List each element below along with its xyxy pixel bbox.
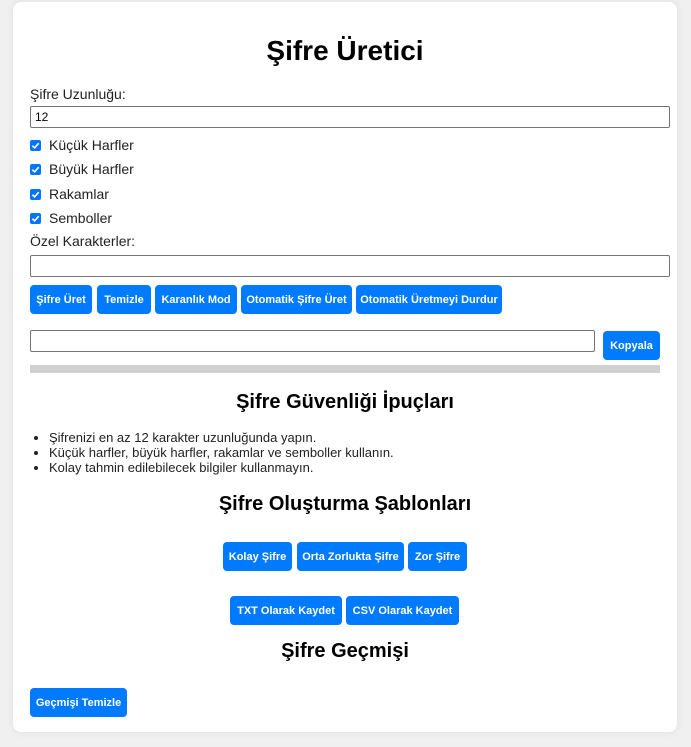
auto-generate-button[interactable]: Otomatik Şifre Üret: [241, 285, 352, 314]
password-output[interactable]: [30, 330, 595, 352]
digits-checkbox[interactable]: [30, 188, 41, 200]
clear-history-button[interactable]: Geçmişi Temizle: [30, 688, 127, 717]
custom-chars-input[interactable]: [30, 255, 670, 277]
check-icon: [31, 142, 40, 149]
save-csv-button[interactable]: CSV Olarak Kaydet: [346, 596, 459, 625]
tips-list: Şifrenizi en az 12 karakter uzunluğunda …: [30, 430, 394, 475]
strength-bar: [30, 365, 660, 373]
uppercase-label: Büyük Harfler: [49, 161, 134, 177]
stop-auto-button[interactable]: Otomatik Üretmeyi Durdur: [356, 285, 502, 314]
lowercase-checkbox[interactable]: [30, 139, 41, 151]
save-txt-button[interactable]: TXT Olarak Kaydet: [230, 596, 342, 625]
option-uppercase[interactable]: Büyük Harfler: [30, 161, 134, 177]
generate-button[interactable]: Şifre Üret: [30, 285, 92, 314]
tips-title: Şifre Güvenliği İpuçları: [236, 391, 454, 413]
list-item: Şifrenizi en az 12 karakter uzunluğunda …: [49, 430, 394, 445]
digits-label: Rakamlar: [49, 186, 109, 202]
templates-title: Şifre Oluşturma Şablonları: [218, 493, 472, 515]
list-item: Küçük harfler, büyük harfler, rakamlar v…: [49, 445, 394, 460]
uppercase-checkbox[interactable]: [30, 163, 41, 175]
option-lowercase[interactable]: Küçük Harfler: [30, 137, 134, 153]
check-icon: [31, 191, 40, 198]
custom-chars-label: Özel Karakterler:: [30, 233, 136, 249]
hard-template-button[interactable]: Zor Şifre: [408, 542, 467, 571]
option-digits[interactable]: Rakamlar: [30, 186, 109, 202]
list-item: Kolay tahmin edilebilecek bilgiler kulla…: [49, 460, 394, 475]
length-input[interactable]: [30, 106, 670, 128]
option-symbols[interactable]: Semboller: [30, 210, 112, 226]
page-title: Şifre Üretici: [266, 35, 424, 66]
symbols-label: Semboller: [49, 210, 113, 226]
copy-button[interactable]: Kopyala: [603, 331, 660, 360]
check-icon: [31, 166, 40, 173]
dark-mode-button[interactable]: Karanlık Mod: [155, 285, 237, 314]
easy-template-button[interactable]: Kolay Şifre: [223, 542, 292, 571]
symbols-checkbox[interactable]: [30, 212, 41, 224]
length-label: Şifre Uzunluğu:: [30, 86, 126, 102]
medium-template-button[interactable]: Orta Zorlukta Şifre: [297, 542, 404, 571]
clear-button[interactable]: Temizle: [97, 285, 151, 314]
history-title: Şifre Geçmişi: [281, 640, 409, 662]
check-icon: [31, 215, 40, 222]
lowercase-label: Küçük Harfler: [49, 137, 134, 153]
generator-card: Şifre Üretici Şifre Uzunluğu: Küçük Harf…: [13, 2, 677, 732]
